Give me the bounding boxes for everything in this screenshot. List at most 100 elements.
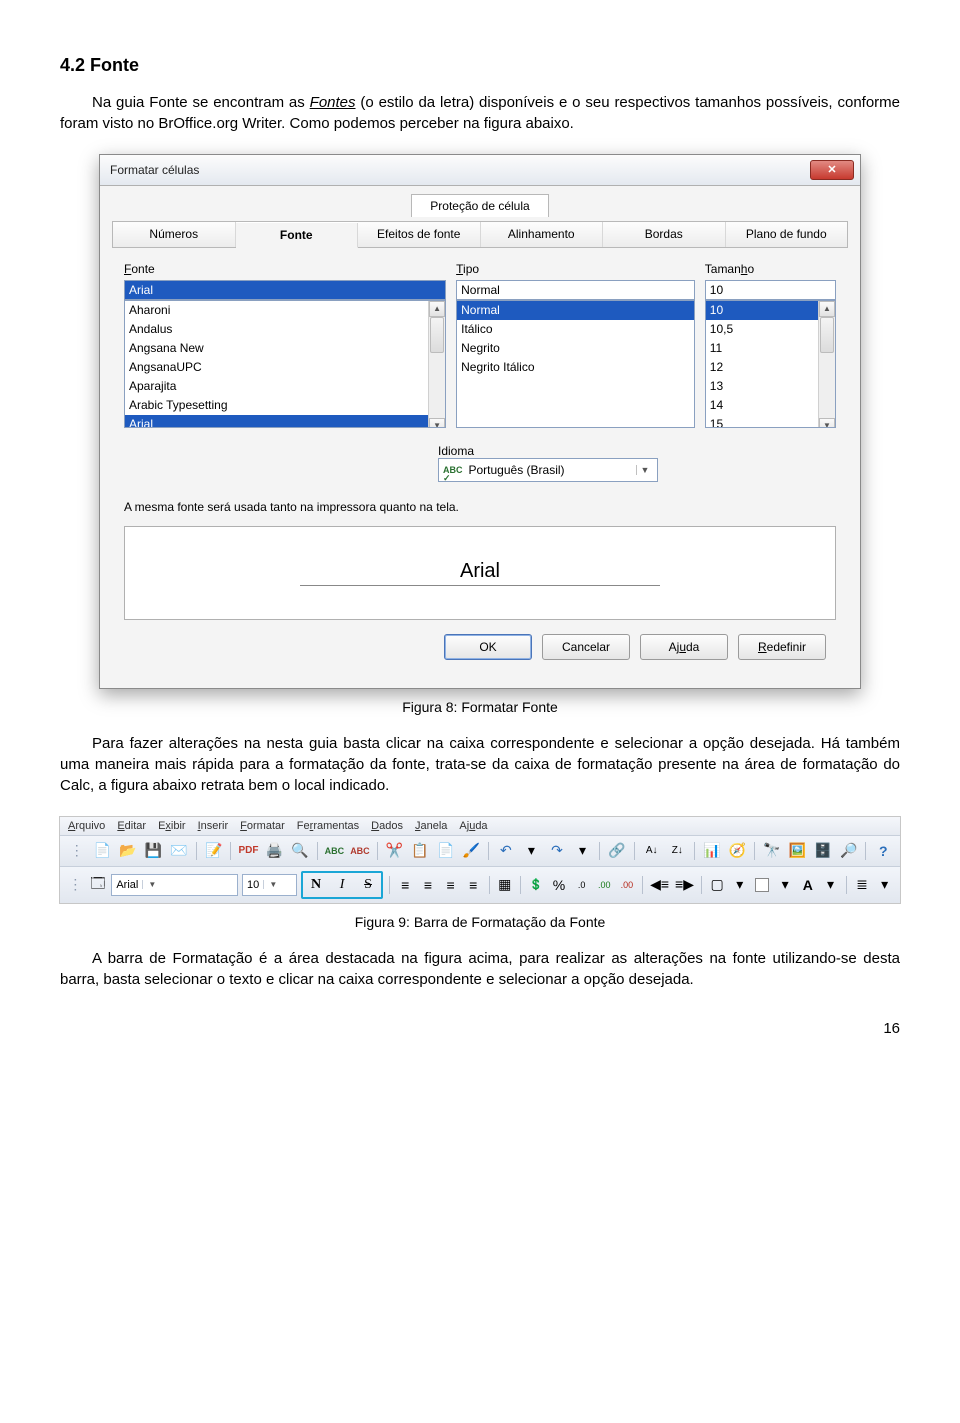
spellcheck-icon[interactable]: ABC [324,840,346,862]
menu-inserir[interactable]: Inserir [198,820,229,832]
undo-dropdown-icon[interactable]: ▾ [521,840,543,862]
list-item[interactable]: Angsana New [125,339,428,358]
gallery-icon[interactable]: 🖼️ [787,840,809,862]
number-format-icon[interactable]: .0 [572,874,591,896]
tab-plano-fundo[interactable]: Plano de fundo [726,222,848,247]
redo-icon[interactable]: ↷ [546,840,568,862]
scrollbar[interactable]: ▲ ▼ [818,301,835,428]
fill-dropdown-icon[interactable]: ▾ [776,874,795,896]
font-name-combo[interactable]: Arial ▼ [111,874,238,896]
list-item[interactable]: 14 [706,396,818,415]
scroll-up-icon[interactable]: ▲ [819,301,835,317]
chevron-down-icon[interactable]: ▼ [142,880,158,889]
new-doc-icon[interactable]: 📄 [92,840,114,862]
bold-button[interactable]: N [305,874,327,896]
edit-doc-icon[interactable]: 📝 [203,840,225,862]
list-item[interactable]: 10,5 [706,320,818,339]
print-icon[interactable]: 🖨️ [263,840,285,862]
undo-icon[interactable]: ↶ [495,840,517,862]
list-item[interactable]: Aharoni [125,301,428,320]
list-item[interactable]: 11 [706,339,818,358]
copy-icon[interactable]: 📋 [409,840,431,862]
tab-alinhamento[interactable]: Alinhamento [481,222,604,247]
tab-protecao-celula[interactable]: Proteção de célula [411,194,548,217]
menu-janela[interactable]: Janela [415,820,447,832]
menu-formatar[interactable]: Formatar [240,820,285,832]
sort-asc-icon[interactable]: A↓ [641,840,663,862]
email-icon[interactable]: ✉️ [168,840,190,862]
format-paintbrush-icon[interactable]: 🖌️ [460,840,482,862]
navigator-icon[interactable]: 🧭 [727,840,749,862]
sort-desc-icon[interactable]: Z↓ [666,840,688,862]
list-item-selected[interactable]: 10 [706,301,818,320]
underline-button[interactable]: S [357,874,379,896]
font-name-list[interactable]: Aharoni Andalus Angsana New AngsanaUPC A… [124,300,446,428]
tab-bordas[interactable]: Bordas [603,222,726,247]
paste-icon[interactable]: 📄 [435,840,457,862]
help-button[interactable]: Ajuda [640,634,728,660]
scroll-down-icon[interactable]: ▼ [819,418,835,428]
menu-ferramentas[interactable]: Ferramentas [297,820,359,832]
fill-color-icon[interactable] [753,874,772,896]
grip-icon[interactable]: ⋮ [66,840,88,862]
print-preview-icon[interactable]: 🔍 [289,840,311,862]
align-justify-icon[interactable]: ≡ [464,874,483,896]
datasource-icon[interactable]: 🗄️ [812,840,834,862]
scrollbar[interactable]: ▲ ▼ [428,301,445,428]
find-icon[interactable]: 🔭 [761,840,783,862]
font-size-combo[interactable]: 10 ▼ [242,874,297,896]
grip-icon[interactable]: ⋮ [66,874,85,896]
list-item[interactable]: 13 [706,377,818,396]
align-left-icon[interactable]: ≡ [396,874,415,896]
menu-dados[interactable]: Dados [371,820,403,832]
font-size-list[interactable]: 10 10,5 11 12 13 14 15 ▲ [705,300,836,428]
list-item[interactable]: Itálico [457,320,694,339]
align-center-icon[interactable]: ≡ [419,874,438,896]
chevron-down-icon[interactable]: ▼ [636,465,653,475]
scroll-down-icon[interactable]: ▼ [429,418,445,428]
tab-fonte[interactable]: Fonte [236,223,359,248]
italic-button[interactable]: I [331,874,353,896]
open-icon[interactable]: 📂 [117,840,139,862]
line-spacing-dropdown-icon[interactable]: ▾ [875,874,894,896]
menu-exibir[interactable]: Exibir [158,820,186,832]
list-item[interactable]: Negrito Itálico [457,358,694,377]
list-item[interactable]: Andalus [125,320,428,339]
remove-decimal-icon[interactable]: .00 [618,874,637,896]
list-item[interactable]: AngsanaUPC [125,358,428,377]
ok-button[interactable]: OK [444,634,532,660]
align-right-icon[interactable]: ≡ [441,874,460,896]
close-icon[interactable]: ✕ [810,160,854,180]
help-icon[interactable]: ? [872,840,894,862]
font-size-input[interactable]: 10 [705,280,836,300]
reset-button[interactable]: Redefinir [738,634,826,660]
fontcolor-dropdown-icon[interactable]: ▾ [821,874,840,896]
increase-indent-icon[interactable]: ≡▶ [674,874,695,896]
borders-icon[interactable]: ▢ [708,874,727,896]
hyperlink-icon[interactable]: 🔗 [606,840,628,862]
font-style-list[interactable]: Normal Itálico Negrito Negrito Itálico [456,300,695,428]
list-item-selected[interactable]: Normal [457,301,694,320]
zoom-icon[interactable]: 🔎 [838,840,860,862]
save-icon[interactable]: 💾 [143,840,165,862]
list-item[interactable]: 15 [706,415,818,428]
merge-cells-icon[interactable]: ▦ [495,874,514,896]
line-spacing-icon[interactable]: ≣ [853,874,872,896]
tab-efeitos[interactable]: Efeitos de fonte [358,222,481,247]
scroll-up-icon[interactable]: ▲ [429,301,445,317]
percent-icon[interactable]: % [550,874,569,896]
font-name-input[interactable]: Arial [124,280,446,300]
list-item[interactable]: Negrito [457,339,694,358]
chevron-down-icon[interactable]: ▼ [263,880,279,889]
list-item[interactable]: 12 [706,358,818,377]
tab-numeros[interactable]: Números [113,222,236,247]
menu-arquivo[interactable]: Arquivo [68,820,105,832]
scroll-thumb[interactable] [430,317,444,353]
list-item-selected[interactable]: Arial [125,415,428,428]
chart-icon[interactable]: 📊 [701,840,723,862]
redo-dropdown-icon[interactable]: ▾ [572,840,594,862]
menu-editar[interactable]: Editar [117,820,146,832]
language-combo[interactable]: ABC Português (Brasil) ▼ [438,458,658,482]
list-item[interactable]: Aparajita [125,377,428,396]
list-item[interactable]: Arabic Typesetting [125,396,428,415]
